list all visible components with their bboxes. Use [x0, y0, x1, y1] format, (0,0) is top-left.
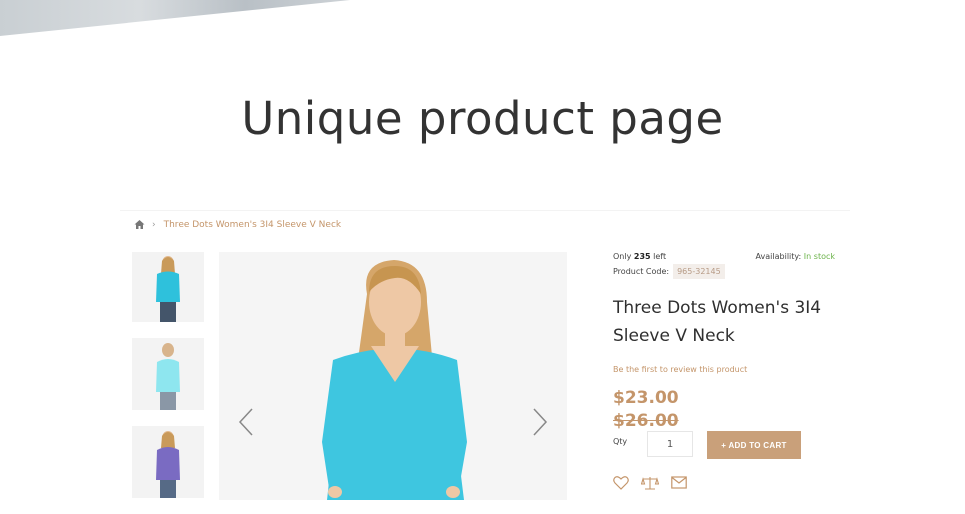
compare-icon[interactable] — [641, 476, 659, 490]
product-info: Only 235 left Availability: In stock Pro… — [613, 252, 835, 490]
stock-row: Only 235 left Availability: In stock — [613, 252, 835, 261]
home-icon[interactable] — [134, 219, 145, 230]
main-product-image — [219, 252, 567, 500]
thumbnail-list — [132, 252, 204, 514]
quantity-input[interactable]: 1 — [647, 431, 693, 457]
thumbnail-2[interactable] — [132, 338, 204, 410]
add-to-cart-button[interactable]: + ADD TO CART — [707, 431, 801, 459]
product-code-row: Product Code: 965-32145 — [613, 264, 835, 279]
breadcrumb: › Three Dots Women's 3I4 Sleeve V Neck — [134, 219, 341, 230]
chevron-right-icon[interactable] — [529, 407, 549, 437]
review-link[interactable]: Be the first to review this product — [613, 365, 747, 374]
quantity-row: Qty 1 + ADD TO CART — [613, 431, 801, 459]
breadcrumb-current[interactable]: Three Dots Women's 3I4 Sleeve V Neck — [164, 220, 342, 230]
hero-image-corner — [0, 0, 350, 36]
heart-icon[interactable] — [613, 476, 629, 490]
product-name: Three Dots Women's 3I4 Sleeve V Neck — [613, 298, 822, 346]
mail-icon[interactable] — [671, 476, 687, 490]
chevron-left-icon[interactable] — [237, 407, 257, 437]
stock-remaining: Only 235 left — [613, 252, 666, 261]
product-actions — [613, 476, 687, 490]
thumbnail-3[interactable] — [132, 426, 204, 498]
page-title: Unique product page — [241, 92, 724, 145]
thumbnail-1[interactable] — [132, 252, 204, 322]
old-price: $26.00 — [613, 411, 679, 431]
current-price: $23.00 — [613, 388, 679, 408]
product-code-badge: 965-32145 — [673, 264, 725, 279]
availability-value: In stock — [803, 252, 835, 261]
stock-prefix: Only — [613, 252, 632, 261]
product-code-label: Product Code: — [613, 267, 670, 276]
qty-label: Qty — [613, 437, 628, 446]
availability: Availability: In stock — [756, 252, 835, 261]
stock-count: 235 — [633, 252, 651, 261]
breadcrumb-separator-icon: › — [152, 219, 156, 230]
availability-label: Availability: — [755, 252, 802, 261]
stock-suffix: left — [653, 252, 667, 261]
